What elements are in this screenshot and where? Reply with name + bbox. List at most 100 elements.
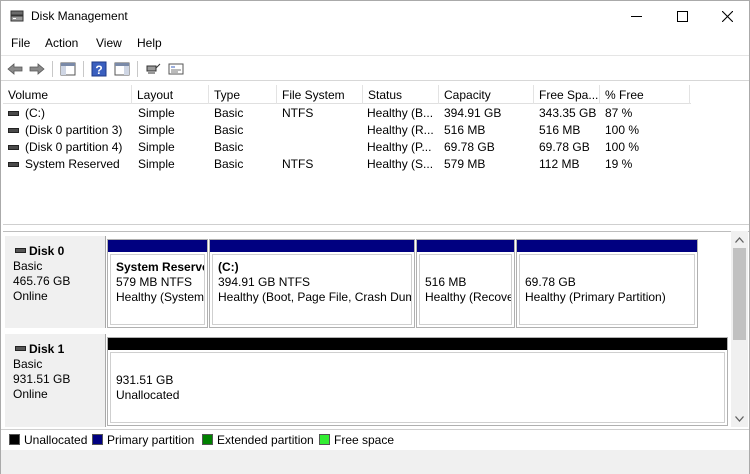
table-row[interactable]: (Disk 0 partition 4) Simple Basic Health… [3, 139, 691, 156]
column-header-volume[interactable]: Volume [3, 85, 132, 104]
title-bar[interactable]: Disk Management [1, 1, 749, 32]
disk-1-type: Basic [13, 357, 43, 371]
svg-text:?: ? [95, 63, 102, 77]
volume-list-header: Volume Layout Type File System Status Ca… [3, 85, 691, 104]
help-button[interactable]: ? [90, 60, 108, 77]
partition-status: Unallocated [116, 388, 180, 402]
partition-size: 394.91 GB NTFS [218, 275, 311, 289]
minimize-icon [630, 16, 642, 17]
maximize-button[interactable] [659, 1, 705, 32]
cell-type: Basic [214, 106, 244, 120]
volume-icon [8, 128, 19, 133]
action-pane-icon [114, 62, 130, 75]
cell-layout: Simple [138, 157, 175, 171]
table-row[interactable]: System Reserved Simple Basic NTFS Health… [3, 156, 691, 173]
cell-capacity: 516 MB [444, 123, 486, 137]
column-header-layout[interactable]: Layout [132, 85, 209, 104]
disk-1-name: Disk 1 [13, 342, 105, 357]
partition-unallocated[interactable]: 931.51 GB Unallocated [107, 337, 728, 426]
column-header-status[interactable]: Status [363, 85, 439, 104]
scrollbar-thumb[interactable] [733, 248, 746, 340]
menu-help[interactable]: Help [137, 36, 162, 50]
cell-free-space: 343.35 GB [539, 106, 597, 120]
cell-file-system: NTFS [282, 157, 314, 171]
forward-arrow-icon [29, 62, 45, 75]
properties-button[interactable] [167, 60, 185, 77]
cell-capacity: 394.91 GB [444, 106, 502, 120]
legend-extended-partition: Extended partition [202, 433, 314, 447]
help-icon: ? [91, 61, 107, 77]
disk-0-state: Online [13, 289, 48, 303]
partition-status: Healthy (Primary Partition) [525, 290, 666, 304]
show-hide-console-tree-button[interactable] [59, 60, 77, 77]
extended-partition-swatch [202, 434, 213, 445]
column-header-free-space[interactable]: Free Spa... [534, 85, 600, 104]
disk-1-name-text: Disk 1 [29, 342, 65, 356]
primary-partition-bar [517, 240, 697, 252]
cell-percent-free: 87 % [605, 106, 633, 120]
connect-disk-icon [146, 63, 161, 73]
primary-partition-swatch [92, 434, 103, 445]
partition-details: (C:) 394.91 GB NTFS Healthy (Boot, Page … [212, 254, 412, 325]
partition-recovery[interactable]: 516 MB Healthy (Recove [416, 239, 515, 328]
cell-status: Healthy (R... [367, 123, 434, 137]
forward-button[interactable] [28, 60, 46, 77]
disk-0-name: Disk 0 [13, 244, 105, 259]
disk-1-label[interactable]: Disk 1 Basic 931.51 GB Online [5, 334, 106, 427]
cell-type: Basic [214, 123, 244, 137]
partition-size: 69.78 GB [525, 275, 576, 289]
disk-0-partitions: System Reserve 579 MB NTFS Healthy (Syst… [107, 239, 699, 328]
partition-c-drive[interactable]: (C:) 394.91 GB NTFS Healthy (Boot, Page … [209, 239, 415, 328]
close-button[interactable] [704, 1, 750, 32]
column-header-file-system[interactable]: File System [277, 85, 363, 104]
disk-icon [15, 346, 26, 351]
primary-partition-bar [210, 240, 414, 252]
primary-partition-bar [108, 240, 207, 252]
partition-status: Healthy (Boot, Page File, Crash Dum [218, 290, 412, 304]
cell-percent-free: 100 % [605, 123, 640, 137]
column-header-type[interactable]: Type [209, 85, 277, 104]
scroll-down-button[interactable] [731, 410, 748, 427]
menu-file[interactable]: File [11, 36, 30, 50]
legend-primary-partition: Primary partition [92, 433, 194, 447]
disk-1-partitions: 931.51 GB Unallocated [107, 337, 729, 426]
scroll-up-button[interactable] [731, 231, 748, 248]
back-arrow-icon [7, 62, 23, 75]
table-row[interactable]: (Disk 0 partition 3) Simple Basic Health… [3, 122, 691, 139]
rescan-disks-button[interactable] [144, 60, 162, 77]
menu-action[interactable]: Action [45, 36, 78, 50]
partition-primary-4[interactable]: 69.78 GB Healthy (Primary Partition) [516, 239, 698, 328]
primary-partition-bar [417, 240, 514, 252]
volume-list[interactable]: Volume Layout Type File System Status Ca… [3, 85, 749, 225]
cell-free-space: 112 MB [539, 157, 580, 171]
cell-volume: (Disk 0 partition 4) [25, 140, 123, 154]
legend-label: Free space [334, 433, 395, 447]
partition-system-reserved[interactable]: System Reserve 579 MB NTFS Healthy (Syst… [107, 239, 208, 328]
cell-free-space: 69.78 GB [539, 140, 590, 154]
back-button[interactable] [6, 60, 24, 77]
toolbar: ? [1, 55, 749, 81]
table-row[interactable]: (C:) Simple Basic NTFS Healthy (B... 394… [3, 105, 691, 122]
cell-free-space: 516 MB [539, 123, 581, 137]
disk-0-size: 465.76 GB [13, 274, 71, 288]
legend: Unallocated Primary partition Extended p… [1, 429, 749, 449]
disk-0-type: Basic [13, 259, 43, 273]
disk-1-size: 931.51 GB [13, 372, 71, 386]
partition-details: 931.51 GB Unallocated [110, 352, 725, 423]
toolbar-separator [137, 61, 138, 77]
disk-0-label[interactable]: Disk 0 Basic 465.76 GB Online [5, 236, 106, 328]
partition-status: Healthy (System [116, 290, 205, 304]
partition-title: System Reserve [116, 260, 205, 274]
menu-bar: File Action View Help [1, 33, 749, 53]
graphical-view-scrollbar[interactable] [731, 231, 748, 427]
partition-details: System Reserve 579 MB NTFS Healthy (Syst… [110, 254, 205, 325]
close-icon [721, 11, 733, 22]
show-hide-action-pane-button[interactable] [113, 60, 131, 77]
disk-graphical-view[interactable]: Disk 0 Basic 465.76 GB Online System Res… [3, 231, 749, 427]
minimize-button[interactable] [613, 1, 659, 32]
menu-view[interactable]: View [96, 36, 122, 50]
volume-icon [8, 111, 19, 116]
column-header-percent-free[interactable]: % Free [600, 85, 690, 104]
column-header-capacity[interactable]: Capacity [439, 85, 534, 104]
volume-icon [8, 145, 19, 150]
